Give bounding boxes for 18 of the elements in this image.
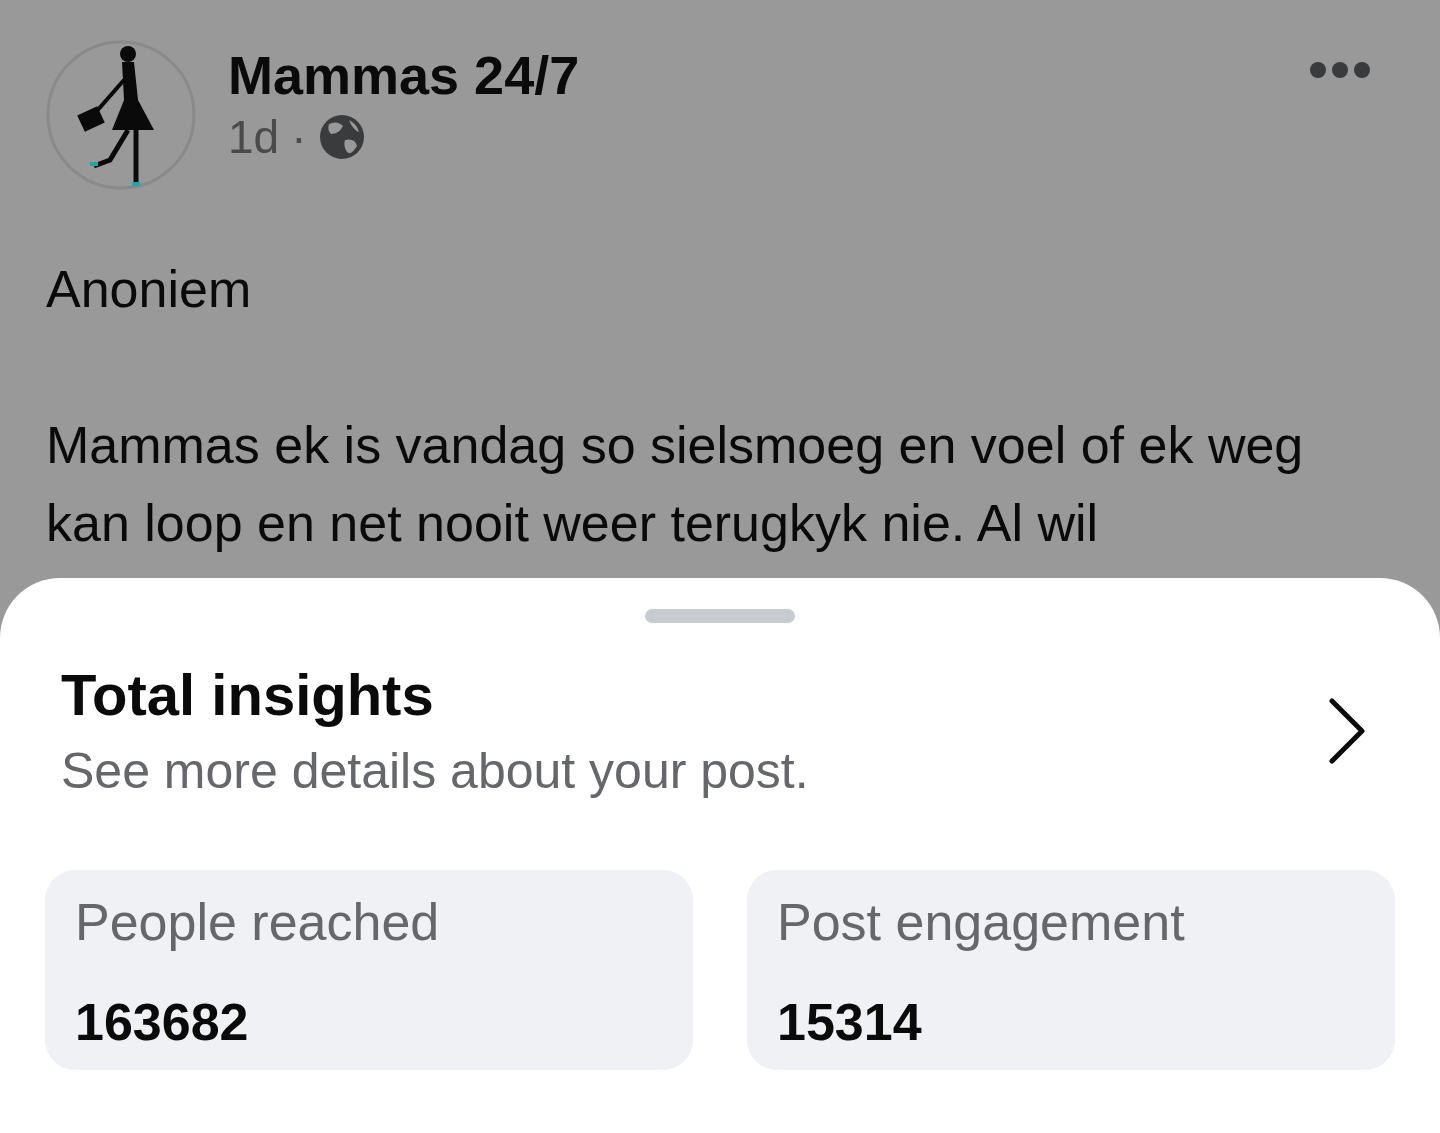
- globe-icon: [318, 114, 365, 160]
- post-text: Anoniem: [46, 259, 253, 320]
- page-name[interactable]: Mammas 24/7: [228, 44, 1278, 106]
- separator-dot: ·: [291, 110, 307, 164]
- stat-card[interactable]: People reached 163682: [45, 870, 693, 1070]
- post-time: 1d: [228, 110, 280, 164]
- stat-value: 15314: [777, 992, 923, 1052]
- stat-card[interactable]: Post engagement 15314: [747, 870, 1395, 1070]
- stat-value: 163682: [75, 992, 250, 1052]
- stat-label: People reached: [75, 892, 441, 952]
- chevron-right-icon[interactable]: [1327, 695, 1367, 766]
- more-options-icon[interactable]: [1310, 60, 1370, 80]
- post-text: Mammas ek is vandag so sielsmoeg en voel of ek weg kan loop en net nooit weer terugkyk nie. Al wil: [46, 415, 1305, 554]
- sheet-title: Total insights: [61, 661, 435, 728]
- stat-label: Post engagement: [777, 892, 1186, 952]
- avatar[interactable]: [46, 40, 196, 190]
- drag-handle[interactable]: [645, 609, 795, 623]
- sheet-subtitle: See more details about your post.: [61, 742, 810, 800]
